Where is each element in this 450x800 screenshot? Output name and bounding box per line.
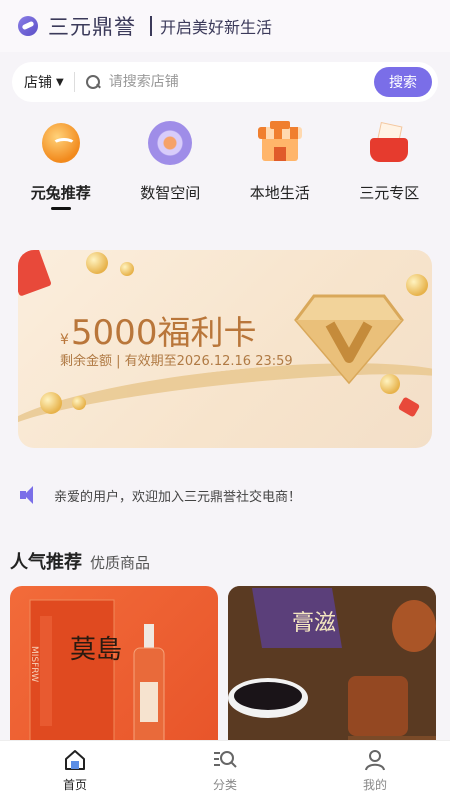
gold-coin-decoration — [86, 252, 108, 274]
brand-logo-icon — [18, 16, 38, 36]
speaker-icon — [20, 485, 40, 505]
tab-home[interactable]: 首页 — [35, 748, 115, 793]
tab-category[interactable]: 分类 — [185, 748, 265, 793]
category-search-icon — [214, 751, 237, 768]
gold-coin-decoration — [72, 396, 86, 410]
tab-label: 首页 — [62, 778, 87, 792]
app-header: 三元鼎誉 开启美好新生活 — [0, 0, 450, 52]
search-icon — [85, 74, 101, 90]
category-local-life[interactable]: 本地生活 — [230, 118, 330, 214]
search-button[interactable]: 搜索 — [374, 67, 432, 97]
category-recommend[interactable]: 元兔推荐 — [11, 118, 111, 214]
tab-mine[interactable]: 我的 — [335, 748, 415, 793]
category-label: 元兔推荐 — [30, 184, 91, 202]
category-nav: 元兔推荐 数智空间 本地生活 三元专区 — [0, 118, 450, 214]
store-icon — [255, 118, 305, 168]
welfare-card-title: ¥ 5000 福利卡 — [60, 306, 256, 354]
category-label: 本地生活 — [249, 184, 310, 202]
product-card[interactable]: 膏滋 — [228, 586, 436, 746]
search-input[interactable] — [108, 74, 374, 90]
red-envelope-gift-icon — [364, 118, 414, 168]
brand-slogan: 开启美好新生活 — [160, 18, 273, 37]
welfare-card-banner[interactable]: ¥ 5000 福利卡 剩余金额 | 有效期至2026.12.16 23:59 — [18, 250, 432, 448]
digital-ring-icon — [145, 118, 195, 168]
gold-coin-decoration — [120, 262, 134, 276]
currency-symbol: ¥ — [60, 332, 69, 348]
search-scope-dropdown[interactable]: 店铺 ▼ — [24, 72, 64, 92]
popular-section-header: 人气推荐 优质商品 — [10, 548, 150, 574]
bottom-tab-bar: 首页 分类 我的 — [0, 740, 450, 800]
herbal-paste-product-image: 膏滋 — [228, 586, 436, 746]
category-label: 数智空间 — [140, 184, 201, 202]
liquor-product-image: 莫島 MISFRW — [29, 599, 165, 746]
search-scope-label: 店铺 — [24, 75, 52, 91]
card-validity: 剩余金额 | 有效期至2026.12.16 23:59 — [60, 354, 293, 369]
announcement-text: 亲爱的用户，欢迎加入三元鼎誉社交电商！ — [54, 489, 302, 505]
gold-v-diamond-icon — [294, 294, 404, 385]
active-indicator — [50, 207, 71, 210]
section-title: 人气推荐 — [10, 552, 82, 573]
category-digital-space[interactable]: 数智空间 — [120, 118, 220, 214]
red-envelope-decoration — [18, 250, 52, 297]
gold-coin-decoration — [406, 274, 428, 296]
announcement-bar[interactable]: 亲爱的用户，欢迎加入三元鼎誉社交电商！ — [20, 482, 301, 508]
search-bar: 店铺 ▼ 搜索 — [12, 62, 438, 102]
product-box-text: 膏滋 — [292, 611, 336, 636]
search-divider — [73, 72, 75, 92]
card-amount: 5000 — [70, 313, 158, 353]
caret-down-icon: ▼ — [56, 76, 64, 88]
tab-label: 我的 — [362, 778, 387, 792]
gold-coin-decoration — [40, 392, 62, 414]
home-icon — [65, 750, 85, 770]
brand-name: 三元鼎誉 — [48, 15, 136, 39]
product-box-side-text: MISFRW — [29, 646, 39, 682]
header-divider — [150, 16, 152, 36]
category-label: 三元专区 — [359, 184, 420, 202]
user-icon — [365, 750, 385, 771]
tab-label: 分类 — [212, 778, 237, 792]
category-sanyuan-zone[interactable]: 三元专区 — [339, 118, 439, 214]
rabbit-coin-icon — [36, 118, 86, 168]
product-card[interactable]: 莫島 MISFRW — [10, 586, 218, 746]
card-name: 福利卡 — [157, 313, 257, 352]
product-box-text: 莫島 — [70, 635, 122, 665]
section-subtitle: 优质商品 — [90, 554, 151, 572]
